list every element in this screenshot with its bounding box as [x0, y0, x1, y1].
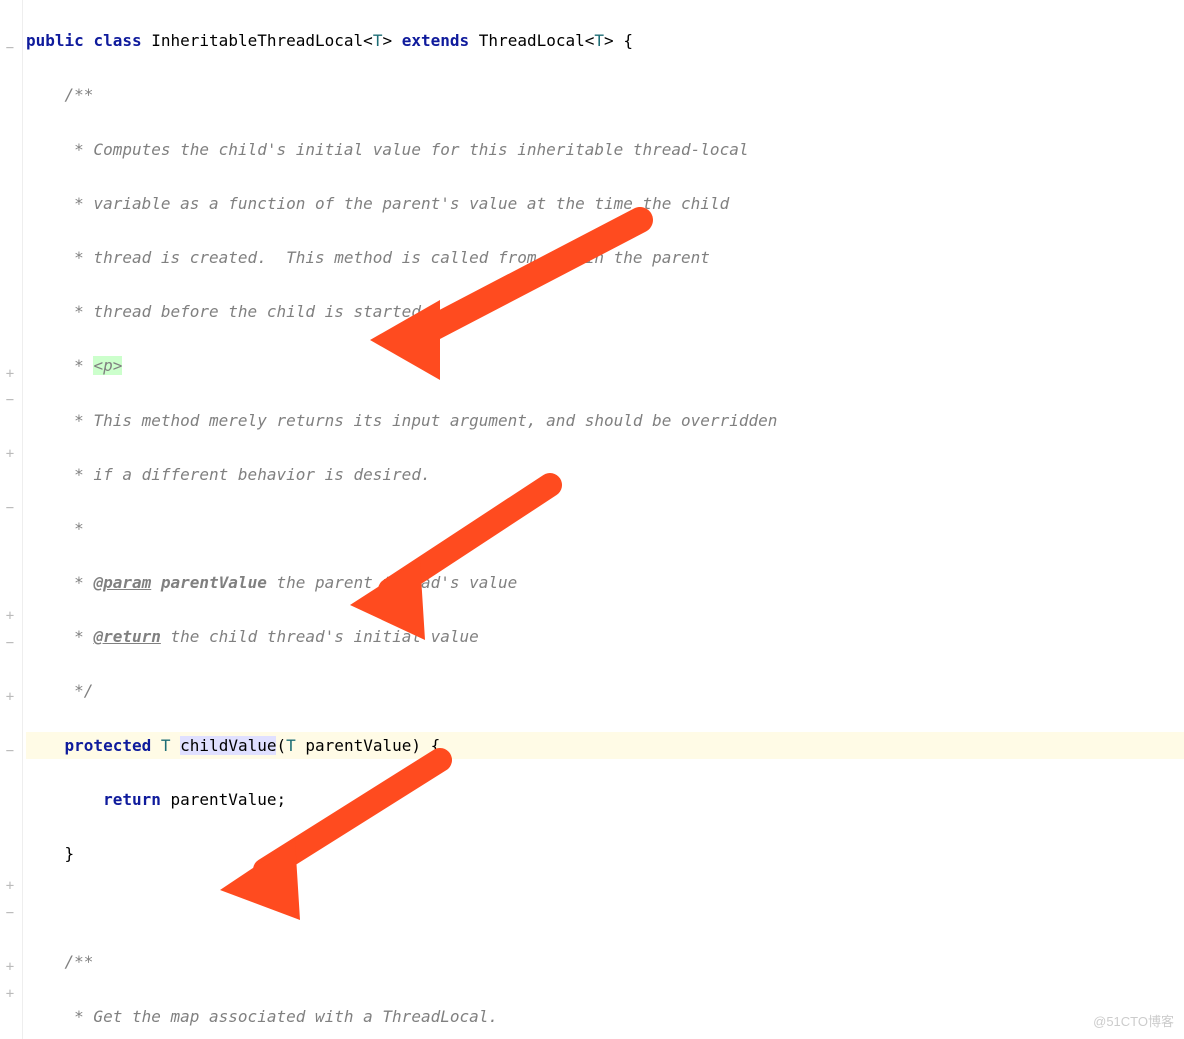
- code-area[interactable]: public class InheritableThreadLocal<T> e…: [26, 0, 1184, 1039]
- fold-marker-icon[interactable]: [4, 448, 16, 460]
- fold-marker-icon[interactable]: [4, 988, 16, 1000]
- code-line: }: [26, 840, 1184, 867]
- code-line: return parentValue;: [26, 786, 1184, 813]
- code-line: protected T childValue(T parentValue) {: [26, 732, 1184, 759]
- gutter: [0, 0, 23, 1039]
- code-line: /**: [26, 948, 1184, 975]
- code-editor[interactable]: public class InheritableThreadLocal<T> e…: [0, 0, 1184, 1039]
- code-line: * Computes the child's initial value for…: [26, 136, 1184, 163]
- code-line: * @return the child thread's initial val…: [26, 623, 1184, 650]
- code-line: * if a different behavior is desired.: [26, 461, 1184, 488]
- fold-marker-icon[interactable]: [4, 691, 16, 703]
- code-line: * Get the map associated with a ThreadLo…: [26, 1003, 1184, 1030]
- fold-marker-icon[interactable]: [4, 961, 16, 973]
- watermark: @51CTO博客: [1093, 1011, 1174, 1033]
- fold-marker-icon[interactable]: [4, 745, 16, 757]
- fold-marker-icon[interactable]: [4, 907, 16, 919]
- code-line: * thread is created. This method is call…: [26, 244, 1184, 271]
- code-line: * This method merely returns its input a…: [26, 407, 1184, 434]
- code-line: * thread before the child is started.: [26, 298, 1184, 325]
- code-line: * @param parentValue the parent thread's…: [26, 569, 1184, 596]
- code-line: [26, 894, 1184, 921]
- code-line: * variable as a function of the parent's…: [26, 190, 1184, 217]
- code-line: /**: [26, 81, 1184, 108]
- fold-marker-icon[interactable]: [4, 610, 16, 622]
- code-line: * <p>: [26, 352, 1184, 379]
- code-line: */: [26, 677, 1184, 704]
- fold-marker-icon[interactable]: [4, 394, 16, 406]
- fold-marker-icon[interactable]: [4, 880, 16, 892]
- fold-marker-icon[interactable]: [4, 502, 16, 514]
- fold-marker-icon[interactable]: [4, 637, 16, 649]
- code-line: public class InheritableThreadLocal<T> e…: [26, 27, 1184, 54]
- fold-marker-icon[interactable]: [4, 368, 16, 380]
- fold-marker-icon[interactable]: [4, 42, 16, 54]
- code-line: *: [26, 515, 1184, 542]
